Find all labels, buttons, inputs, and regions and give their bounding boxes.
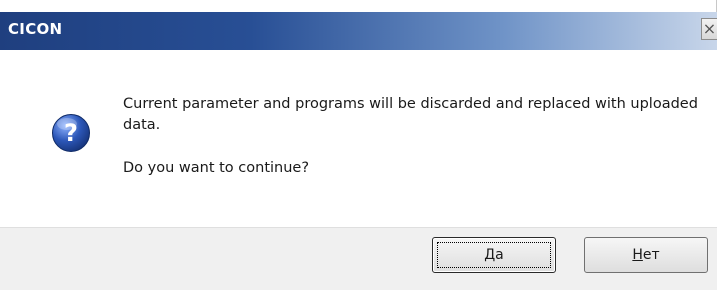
- yes-button[interactable]: Да: [432, 237, 556, 273]
- no-accelerator: Н: [632, 247, 643, 263]
- confirm-question: Do you want to continue?: [123, 160, 310, 176]
- no-button[interactable]: Нет: [584, 237, 708, 273]
- button-bar: Да Нет: [0, 227, 717, 290]
- message-text: Current parameter and programs will be d…: [123, 94, 703, 179]
- message-dialog: CICON × ? Current parameter and programs…: [0, 0, 717, 290]
- yes-label-rest: а: [495, 247, 504, 263]
- no-label-rest: ет: [642, 247, 660, 263]
- yes-accelerator: Д: [484, 247, 496, 263]
- message-line: Current parameter and programs will be d…: [123, 96, 698, 133]
- close-icon: ×: [702, 19, 717, 38]
- question-icon: ?: [52, 114, 90, 152]
- window-title: CICON: [8, 20, 63, 38]
- close-button[interactable]: ×: [701, 18, 717, 40]
- dialog-content: ? Current parameter and programs will be…: [0, 50, 717, 227]
- svg-text:?: ?: [64, 119, 78, 147]
- title-bar[interactable]: CICON ×: [0, 12, 717, 50]
